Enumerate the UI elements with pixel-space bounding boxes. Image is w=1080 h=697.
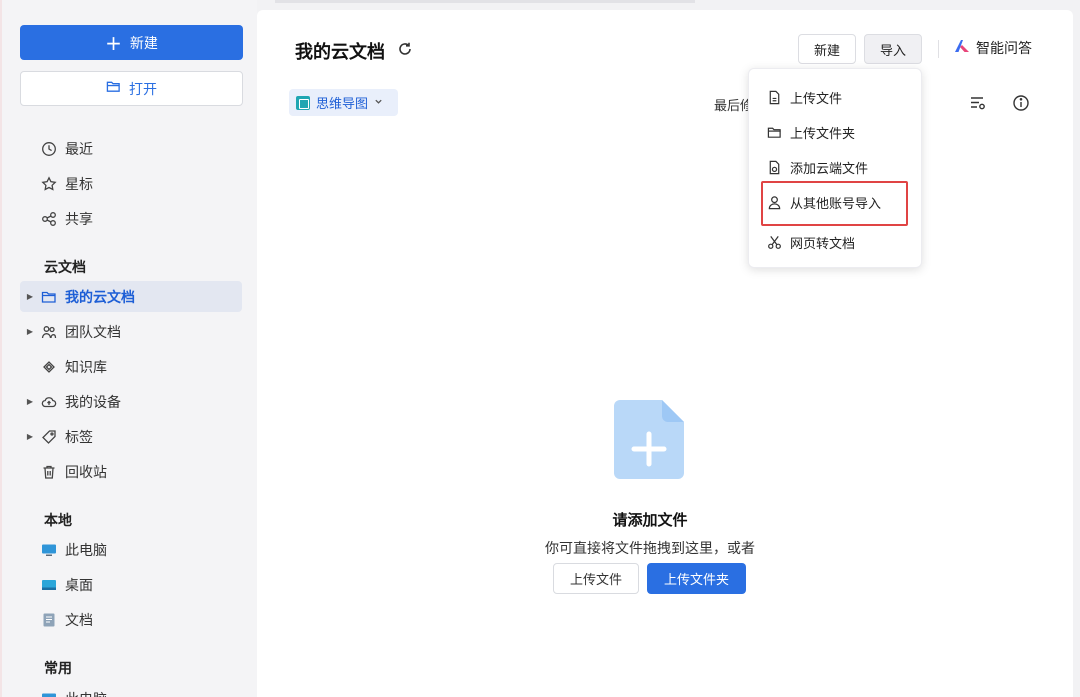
import-button[interactable]: 导入 <box>864 34 922 64</box>
filter-type-label: 思维导图 <box>316 97 369 112</box>
menu-item-webpage-to-doc[interactable]: 网页转文档 <box>767 231 855 253</box>
sidebar-item-trash[interactable]: 回收站 <box>20 456 242 487</box>
expand-caret-icon[interactable]: ▶ <box>20 327 40 336</box>
open-folder-icon <box>106 79 121 98</box>
sidebar-item-desktop[interactable]: 桌面 <box>20 569 242 600</box>
menu-item-label: 添加云端文件 <box>790 161 869 177</box>
header-new-button[interactable]: 新建 <box>798 34 856 64</box>
sidebar-item-my-devices[interactable]: ▶ 我的设备 <box>20 386 242 417</box>
info-icon[interactable] <box>1012 94 1030 112</box>
sidebar-item-my-cloud-docs[interactable]: ▶ 我的云文档 <box>20 281 242 312</box>
add-file-icon <box>614 400 684 479</box>
expand-caret-icon[interactable]: ▶ <box>20 397 40 406</box>
ai-logo-icon <box>954 39 970 57</box>
share-icon <box>40 210 58 228</box>
sidebar-item-label: 知识库 <box>65 359 107 376</box>
sidebar-item-documents[interactable]: 文档 <box>20 604 242 635</box>
section-label-common: 常用 <box>44 661 72 677</box>
clock-icon <box>40 140 58 158</box>
open-button[interactable]: 打开 <box>20 71 243 106</box>
page-title-row: 我的云文档 <box>295 38 413 64</box>
sidebar-item-label: 此电脑 <box>65 689 107 697</box>
desktop-icon <box>40 576 58 594</box>
sidebar-item-label: 我的设备 <box>65 394 121 411</box>
folder-icon <box>40 288 58 306</box>
menu-item-upload-file[interactable]: 上传文件 <box>767 86 842 108</box>
refresh-icon[interactable] <box>397 41 413 62</box>
computer-icon <box>40 690 58 697</box>
menu-item-upload-folder[interactable]: 上传文件夹 <box>767 121 855 143</box>
view-settings-icon[interactable] <box>969 94 987 112</box>
menu-item-label: 上传文件夹 <box>790 126 856 142</box>
sidebar-item-label: 桌面 <box>65 577 93 594</box>
sidebar: + 新建 打开 最近 星标 共享 云文档 ▶ 我的云文档 ▶ 团队文档 知识库 <box>0 0 257 697</box>
empty-state-subtitle: 你可直接将文件拖拽到这里，或者 <box>545 541 755 557</box>
page-title: 我的云文档 <box>295 42 385 63</box>
sidebar-item-label: 团队文档 <box>65 324 121 341</box>
folder-upload-icon <box>767 127 781 138</box>
document-icon <box>40 611 58 629</box>
expand-caret-icon[interactable]: ▶ <box>20 292 40 301</box>
cloud-device-icon <box>40 393 58 411</box>
sidebar-item-tags[interactable]: ▶ 标签 <box>20 421 242 452</box>
upload-file-label: 上传文件 <box>569 573 622 588</box>
sidebar-item-label: 共享 <box>65 211 93 228</box>
expand-caret-icon[interactable]: ▶ <box>20 432 40 441</box>
header-new-label: 新建 <box>813 43 840 59</box>
menu-item-label: 上传文件 <box>790 91 843 107</box>
sidebar-item-label: 回收站 <box>65 464 107 481</box>
header-divider <box>938 40 939 58</box>
cloud-file-icon <box>769 160 780 174</box>
sidebar-item-label: 我的云文档 <box>65 289 135 306</box>
import-button-label: 导入 <box>879 43 906 59</box>
file-upload-icon <box>769 90 780 104</box>
ai-qa-button[interactable]: 智能问答 <box>954 38 1032 58</box>
sidebar-item-label: 最近 <box>65 141 93 158</box>
star-icon <box>40 175 58 193</box>
open-button-label: 打开 <box>129 81 157 98</box>
chevron-down-icon <box>374 95 383 110</box>
menu-item-add-cloud-file[interactable]: 添加云端文件 <box>767 156 868 178</box>
knowledge-icon <box>40 358 58 376</box>
sidebar-item-label: 文档 <box>65 612 93 629</box>
sidebar-item-recent[interactable]: 最近 <box>20 133 242 164</box>
empty-state-title: 请添加文件 <box>612 511 688 529</box>
sidebar-item-label: 标签 <box>65 429 93 446</box>
trash-icon <box>40 463 58 481</box>
highlight-annotation-box <box>761 181 908 226</box>
ai-qa-label: 智能问答 <box>976 41 1032 57</box>
import-dropdown-menu: 上传文件 上传文件夹 添加云端文件 从其他账号导入 网页转文档 <box>748 68 922 268</box>
section-label-cloud: 云文档 <box>44 260 86 276</box>
sidebar-item-knowledge-base[interactable]: 知识库 <box>20 351 242 382</box>
new-button[interactable]: + 新建 <box>20 25 243 60</box>
sidebar-item-starred[interactable]: 星标 <box>20 168 242 199</box>
sidebar-item-shared[interactable]: 共享 <box>20 203 242 234</box>
mindmap-icon <box>296 95 310 110</box>
scissors-icon <box>768 235 781 249</box>
tag-icon <box>40 428 58 446</box>
sidebar-item-label: 星标 <box>65 176 93 193</box>
team-icon <box>40 323 58 341</box>
menu-item-label: 网页转文档 <box>790 236 856 252</box>
empty-upload-folder-button[interactable]: 上传文件夹 <box>647 563 746 594</box>
sidebar-item-team-docs[interactable]: ▶ 团队文档 <box>20 316 242 347</box>
window-top-strip <box>275 0 695 3</box>
sidebar-item-common-this-pc[interactable]: 此电脑 <box>20 683 242 697</box>
filter-type-dropdown[interactable]: 思维导图 <box>289 89 398 116</box>
plus-icon: + <box>105 30 122 55</box>
upload-folder-label: 上传文件夹 <box>663 573 729 588</box>
new-button-label: 新建 <box>129 35 158 52</box>
empty-upload-file-button[interactable]: 上传文件 <box>553 563 639 594</box>
